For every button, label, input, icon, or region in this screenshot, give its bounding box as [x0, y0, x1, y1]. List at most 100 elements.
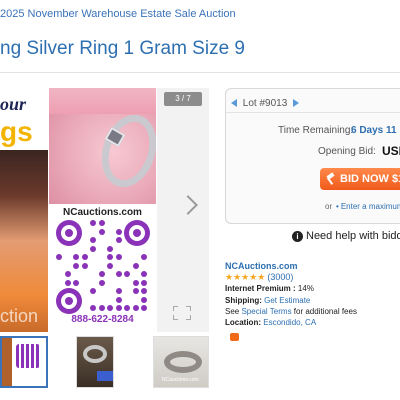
- qr-phone: 888-622-8284: [71, 314, 134, 325]
- badge-icon: [230, 333, 239, 341]
- qr-module: [81, 254, 88, 260]
- promo-watermark: ction: [0, 306, 39, 326]
- promo-text-2: gs: [0, 116, 33, 147]
- opening-bid-value: USD: [382, 144, 400, 158]
- thumbnail-2[interactable]: [76, 336, 114, 388]
- thumbnail-3[interactable]: NCauctions.com: [153, 336, 209, 388]
- qr-module: [73, 262, 79, 269]
- ring-photo[interactable]: [49, 88, 156, 204]
- prev-lot-icon[interactable]: [231, 99, 237, 108]
- rating-stars-icon: ★★★★★: [225, 272, 266, 282]
- qr-promo[interactable]: NCauctions.com 888-622-8284: [49, 204, 156, 332]
- special-terms-link[interactable]: Special Terms: [241, 307, 291, 316]
- qr-module: [56, 254, 62, 260]
- qr-module: [81, 262, 88, 269]
- thumbnail-1[interactable]: [0, 336, 48, 388]
- page-title: ng Silver Ring 1 Gram Size 9: [0, 38, 245, 59]
- ring-band: [92, 107, 156, 195]
- promo-text-1: our: [0, 94, 27, 114]
- terms-prefix: See: [225, 307, 240, 316]
- qr-module: [98, 305, 105, 311]
- thumb-watermark: NCauctions.com: [162, 377, 199, 383]
- qr-module: [90, 220, 96, 226]
- bid-now-button[interactable]: BID NOW $1: [320, 168, 400, 190]
- qr-module: [124, 271, 130, 277]
- qr-module: [115, 296, 122, 303]
- shipping-label: Shipping:: [225, 296, 262, 305]
- qr-module: [115, 305, 122, 311]
- thumb-ring: [83, 345, 107, 363]
- max-bid-link[interactable]: Enter a maximum: [336, 202, 400, 211]
- model-photo: [0, 150, 48, 332]
- qr-module: [90, 237, 96, 243]
- qr-module: [98, 228, 105, 235]
- qr-module: [98, 279, 105, 286]
- qr-module: [107, 305, 113, 311]
- review-count[interactable]: (3000): [267, 272, 293, 282]
- qr-module: [115, 237, 122, 243]
- seller-rating: ★★★★★ (3000): [225, 272, 293, 283]
- qr-module: [132, 305, 139, 311]
- main-image-promo[interactable]: our gs ction: [0, 88, 48, 332]
- qr-site-text: NCauctions.com: [63, 207, 142, 218]
- premium-value: 14%: [297, 284, 314, 293]
- lot-page: 2025 November Warehouse Estate Sale Auct…: [0, 0, 400, 400]
- qr-finder: [56, 220, 82, 246]
- blanket-texture: [49, 88, 156, 114]
- qr-module: [141, 254, 147, 260]
- qr-module: [107, 254, 113, 260]
- qr-module: [115, 254, 122, 260]
- terms-suffix: for additional fees: [293, 307, 357, 316]
- seller-name[interactable]: NCAuctions.com: [225, 261, 298, 271]
- terms-row: See Special Terms for additional fees: [225, 307, 357, 316]
- help-text: Need help with bidding: [306, 230, 400, 242]
- info-icon: i: [292, 230, 303, 242]
- thumb-photo: [2, 338, 12, 386]
- qr-module: [90, 245, 96, 252]
- qr-module: [115, 288, 122, 294]
- next-lot-icon[interactable]: [293, 99, 300, 108]
- or-text: or: [325, 202, 333, 211]
- fullscreen-icon[interactable]: [173, 306, 191, 320]
- divider: [0, 72, 400, 73]
- qr-module: [90, 305, 96, 311]
- lot-nav: Lot #9013: [231, 98, 300, 109]
- bidding-help-link[interactable]: iNeed help with bidding: [292, 230, 400, 242]
- qr-module: [132, 262, 139, 269]
- qr-finder: [56, 288, 82, 314]
- qr-module: [132, 288, 139, 294]
- location-link[interactable]: Escondido, CA: [263, 318, 316, 327]
- qr-module: [141, 271, 147, 277]
- qr-module: [107, 245, 113, 252]
- image-counter: 3 / 7: [164, 92, 202, 106]
- opening-bid-label: Opening Bid:: [318, 146, 376, 157]
- qr-module: [90, 288, 96, 294]
- premium-label: Internet Premium :: [225, 284, 296, 293]
- qr-module: [64, 271, 71, 277]
- thumb-ring: [164, 351, 202, 373]
- location-row: Location: Escondido, CA: [225, 318, 316, 327]
- qr-module: [141, 296, 147, 303]
- divider: [226, 112, 400, 113]
- breadcrumb[interactable]: 2025 November Warehouse Estate Sale Auct…: [0, 8, 236, 20]
- time-remaining-value: 6 Days 11 H: [351, 125, 400, 136]
- bid-now-label: BID NOW $1: [340, 173, 400, 185]
- qr-module: [132, 279, 139, 286]
- qr-module: [64, 279, 71, 286]
- qr-module: [73, 279, 79, 286]
- qr-code: [56, 220, 150, 314]
- thumb-scale: [97, 371, 113, 381]
- qr-module: [141, 279, 147, 286]
- shipping-row: Shipping: Get Estimate: [225, 296, 310, 305]
- qr-module: [98, 220, 105, 226]
- qr-module: [115, 271, 122, 277]
- thumb-qr: [16, 344, 40, 368]
- qr-module: [141, 305, 147, 311]
- qr-module: [115, 228, 122, 235]
- promo-banner: our gs: [0, 88, 48, 150]
- qr-finder: [124, 220, 150, 246]
- gavel-icon: [325, 174, 335, 184]
- time-remaining-label: Time Remaining:: [278, 125, 354, 136]
- qr-module: [141, 288, 147, 294]
- shipping-estimate-link[interactable]: Get Estimate: [264, 296, 310, 305]
